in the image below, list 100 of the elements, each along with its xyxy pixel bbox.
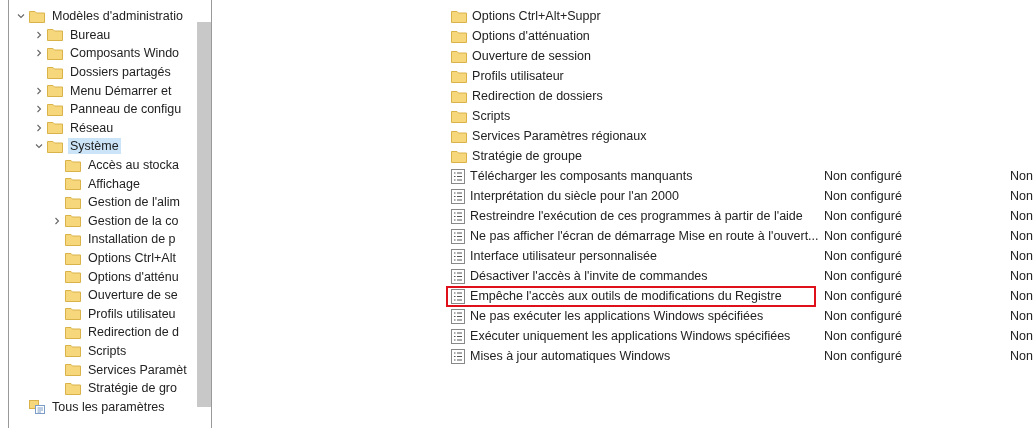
folder-icon	[47, 28, 63, 42]
folder-icon	[65, 177, 81, 191]
policy-setting-icon	[451, 328, 466, 344]
tree-item[interactable]: Dossiers partagés	[68, 64, 173, 81]
state-text: Non configuré	[824, 169, 903, 183]
policy-setting-icon	[451, 208, 466, 224]
tree-item[interactable]: Gestion de l'alim	[86, 194, 182, 211]
state-text: Non configuré	[824, 189, 903, 203]
folder-icon	[65, 232, 81, 246]
table-cell: Non	[1010, 209, 1033, 223]
list-item[interactable]: Ne pas exécuter les applications Windows spécifiées	[470, 309, 764, 323]
folder-icon	[47, 47, 63, 60]
tree-item[interactable]: Bureau	[68, 26, 113, 43]
state-text: Non configuré	[824, 289, 903, 303]
folder-icon	[65, 270, 81, 284]
list-item[interactable]: Interprétation du siècle pour l'an 2000	[470, 189, 679, 203]
policy-setting-icon	[451, 248, 466, 264]
tree-item[interactable]: Ouverture de se	[86, 287, 180, 304]
chevron-icon[interactable]	[35, 123, 43, 132]
folder-icon	[451, 9, 468, 23]
folder-icon	[47, 102, 63, 116]
list-item[interactable]: Redirection de dossiers	[472, 89, 603, 103]
table-cell: Non	[1010, 329, 1033, 343]
tree-item[interactable]: Profils utilisateu	[86, 305, 178, 322]
table-cell: Non	[1010, 309, 1033, 323]
tree-item[interactable]: Modèles d'administratio	[50, 8, 185, 25]
list-item[interactable]: Ouverture de session	[472, 49, 591, 63]
chevron-icon[interactable]	[35, 142, 43, 151]
tree-item[interactable]: Système	[68, 138, 121, 155]
tree-item[interactable]: Menu Démarrer et	[68, 82, 174, 99]
list-item[interactable]: Options d'atténuation	[472, 29, 590, 43]
folder-icon	[451, 149, 468, 163]
list-item[interactable]: Stratégie de groupe	[472, 149, 582, 163]
policy-setting-icon	[451, 268, 466, 284]
state-text: Non configuré	[824, 269, 903, 283]
folder-icon	[65, 195, 81, 209]
tree-item[interactable]: Options Ctrl+Alt	[86, 250, 178, 266]
list-item[interactable]: Ne pas afficher l'écran de démarrage Mise en route à l'ouvert...	[470, 229, 819, 243]
folder-icon	[451, 29, 468, 43]
list-item[interactable]: Services Paramètres régionaux	[472, 129, 647, 143]
folder-icon	[451, 89, 468, 103]
table-cell: Non	[1010, 189, 1033, 203]
state-text: Non configuré	[824, 349, 903, 363]
list-item[interactable]: Options Ctrl+Alt+Suppr	[472, 9, 601, 23]
folder-icon	[451, 49, 468, 63]
tree-item[interactable]: Réseau	[68, 119, 116, 136]
chevron-icon[interactable]	[53, 216, 61, 225]
folder-icon	[29, 9, 45, 23]
table-cell: Non	[1010, 289, 1033, 303]
tree-item[interactable]: Options d'atténu	[86, 268, 181, 285]
policy-setting-icon	[451, 168, 466, 184]
folder-icon	[65, 344, 81, 358]
scrollbar[interactable]	[197, 22, 212, 407]
list-item[interactable]: Empêche l'accès aux outils de modifications du Registre	[470, 289, 782, 303]
list-item[interactable]: Mises à jour automatiques Windows	[470, 349, 671, 363]
table-cell: Non	[1010, 169, 1033, 183]
state-text: Non configuré	[824, 209, 903, 223]
policy-setting-icon	[451, 188, 466, 204]
tree-item[interactable]: Panneau de configu	[68, 101, 184, 118]
state-text: Non configuré	[824, 309, 903, 323]
list-item[interactable]: Profils utilisateur	[472, 69, 564, 83]
tree-item[interactable]: Scripts	[86, 343, 129, 359]
tree-item[interactable]: Installation de p	[86, 231, 178, 248]
folder-icon	[65, 251, 81, 265]
state-text: Non configuré	[824, 329, 903, 343]
tree-item[interactable]: Composants Windo	[68, 45, 182, 62]
folder-icon	[451, 129, 468, 143]
folder-icon	[65, 363, 81, 377]
list-item[interactable]: Désactiver l'accès à l'invite de commandes	[470, 269, 708, 283]
folder-icon	[47, 121, 63, 135]
policy-setting-icon	[451, 288, 466, 304]
list-item[interactable]: Exécuter uniquement les applications Windows spécifiées	[470, 329, 791, 343]
tree-item[interactable]: Redirection de d	[86, 324, 182, 341]
list-item[interactable]: Interface utilisateur personnalisée	[470, 249, 657, 263]
folder-icon	[451, 109, 468, 123]
tree-item[interactable]: Affichage	[86, 175, 142, 192]
tree-item[interactable]: Gestion de la co	[86, 212, 181, 229]
list-item[interactable]: Télécharger les composants manquants	[470, 169, 693, 183]
chevron-icon[interactable]	[35, 86, 43, 95]
policy-setting-icon	[451, 228, 466, 244]
tree-item[interactable]: Accès au stocka	[86, 157, 181, 174]
folder-icon	[65, 158, 81, 172]
tree-item[interactable]: Services Paramèt	[86, 361, 189, 378]
chevron-icon[interactable]	[17, 12, 25, 21]
folder-icon	[65, 288, 81, 302]
chevron-icon[interactable]	[35, 105, 43, 114]
policy-setting-icon	[451, 348, 466, 364]
folder-icon	[65, 325, 81, 339]
tree-item[interactable]: Stratégie de gro	[86, 380, 179, 397]
folder-icon	[47, 84, 63, 98]
list-item[interactable]: Scripts	[472, 109, 511, 123]
table-cell: Non	[1010, 229, 1033, 243]
chevron-icon[interactable]	[35, 30, 43, 39]
table-cell: Non	[1010, 269, 1033, 283]
folder-icon	[65, 381, 81, 395]
chevron-icon[interactable]	[35, 49, 43, 58]
settings-list-icon	[29, 399, 45, 414]
list-item[interactable]: Restreindre l'exécution de ces programmes à partir de l'aide	[470, 209, 803, 223]
table-cell: Non	[1010, 349, 1033, 363]
tree-item[interactable]: Tous les paramètres	[50, 398, 167, 415]
